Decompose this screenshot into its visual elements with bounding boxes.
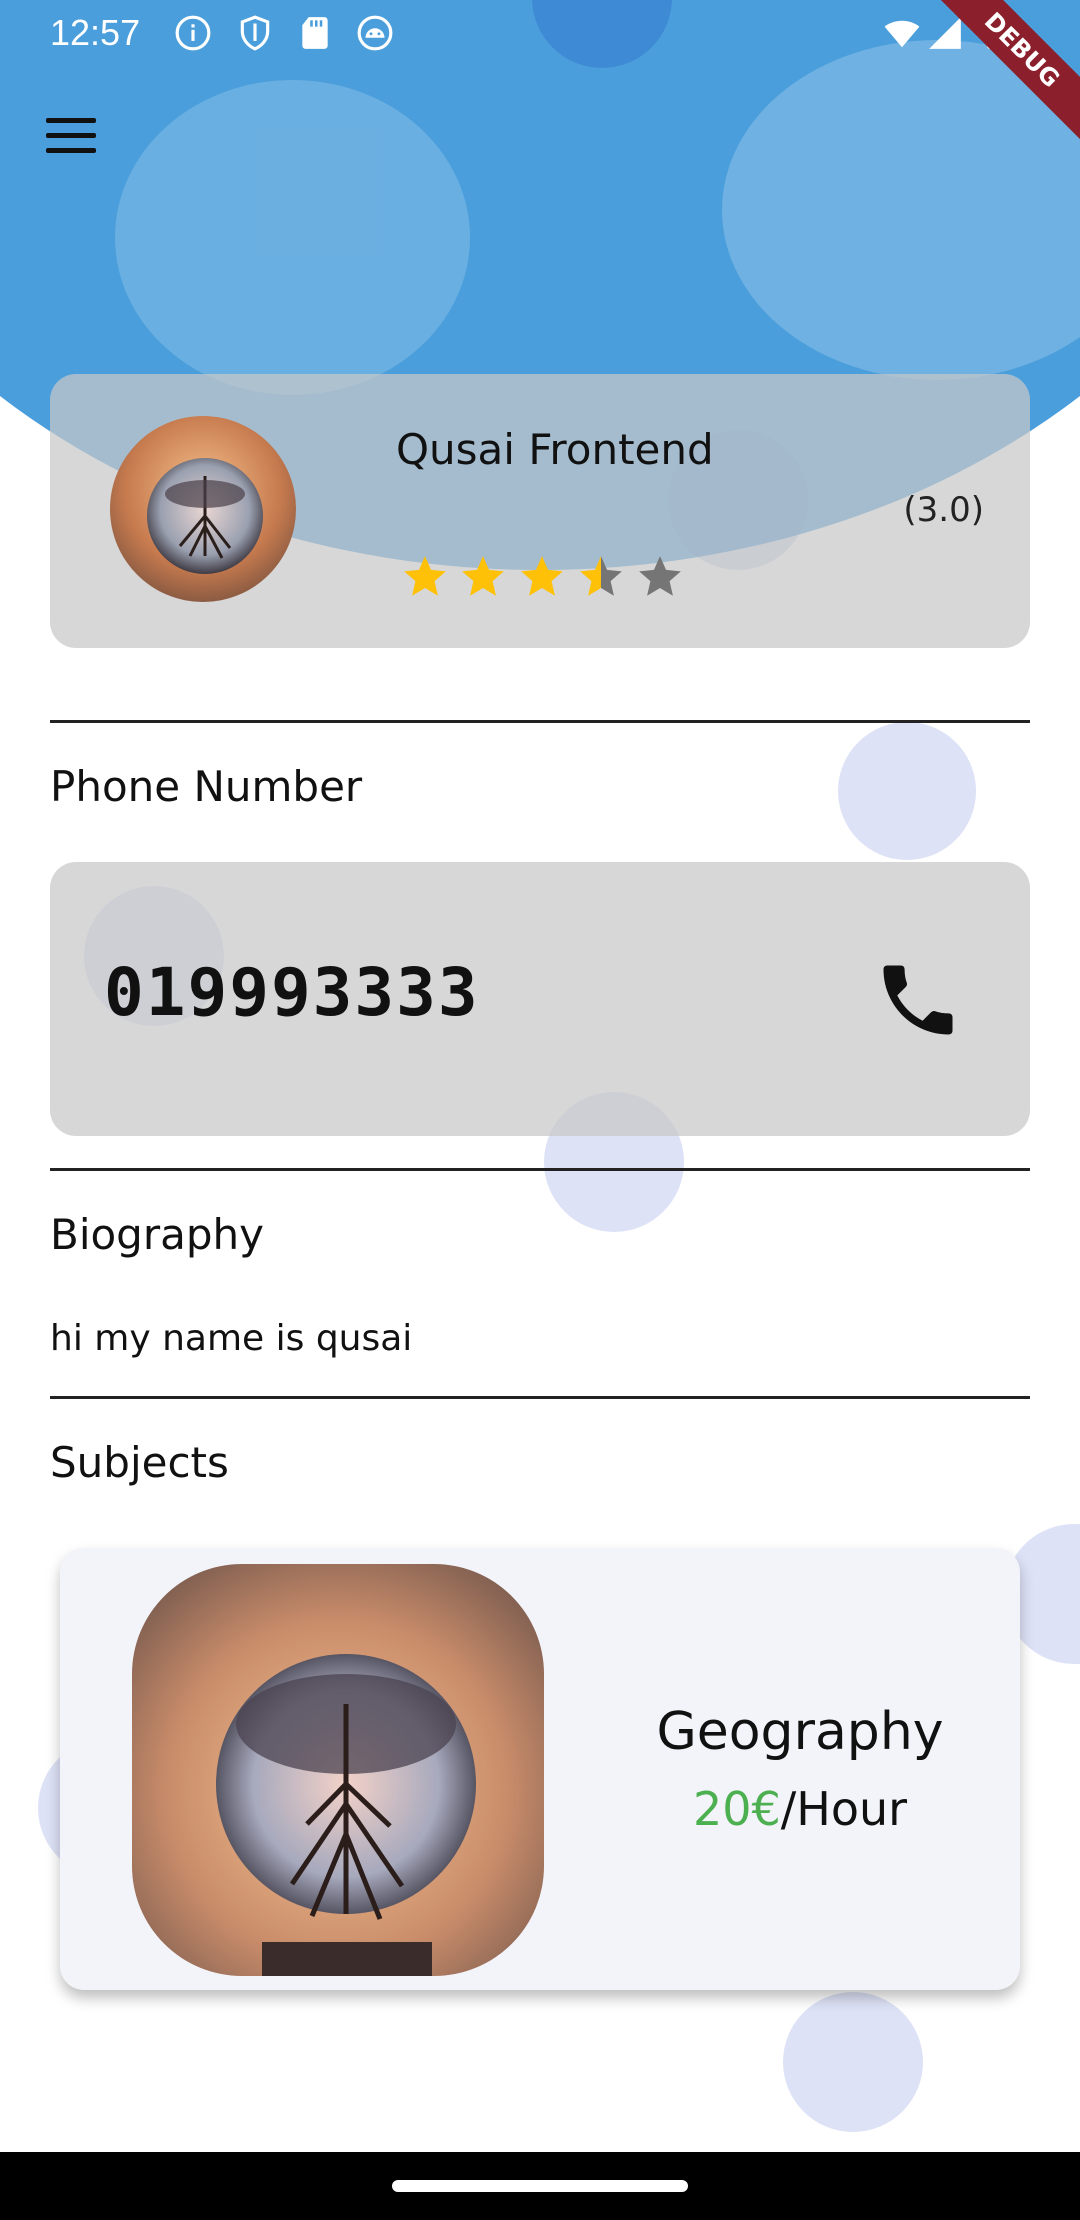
star-outline-icon <box>639 556 681 596</box>
biography-text: hi my name is qusai <box>50 1318 413 1359</box>
android-debug-icon <box>357 15 393 51</box>
star-icon <box>462 556 504 596</box>
subject-name: Geography <box>656 1702 944 1762</box>
status-time: 12:57 <box>50 12 141 53</box>
profile-name: Qusai Frontend <box>396 425 714 474</box>
info-icon <box>175 15 211 51</box>
phone-icon[interactable] <box>872 954 964 1046</box>
divider <box>50 720 1030 723</box>
divider <box>50 1396 1030 1399</box>
decorative-bubble <box>115 80 470 395</box>
phone-number: 019993333 <box>104 954 480 1031</box>
subject-image <box>132 1564 544 1976</box>
star-icon <box>404 556 446 596</box>
signal-icon <box>929 17 961 49</box>
subjects-section-title: Subjects <box>50 1438 229 1487</box>
phone-section-title: Phone Number <box>50 762 363 811</box>
half-star-icon <box>580 556 622 596</box>
status-bar: 12:57 DEBUG <box>0 0 1080 144</box>
rating-value: (3.0) <box>903 490 984 530</box>
app-screen: 12:57 DEBUG Qusai Frontend (3.0) Phone N… <box>0 0 1080 2220</box>
price-unit: /Hour <box>780 1782 908 1836</box>
price-amount: 20€ <box>692 1782 781 1836</box>
subject-price: 20€/Hour <box>560 1782 1040 1836</box>
star-icon <box>521 556 563 596</box>
decorative-bubble <box>783 1992 923 2132</box>
shield-icon <box>240 15 270 51</box>
biography-section-title: Biography <box>50 1210 264 1259</box>
decorative-bubble <box>838 722 976 860</box>
wifi-icon <box>884 20 920 48</box>
divider <box>50 1168 1030 1171</box>
sd-card-icon <box>302 17 328 49</box>
profile-avatar <box>110 416 296 602</box>
home-gesture-handle[interactable] <box>392 2180 688 2192</box>
hamburger-menu-icon[interactable] <box>46 118 106 168</box>
